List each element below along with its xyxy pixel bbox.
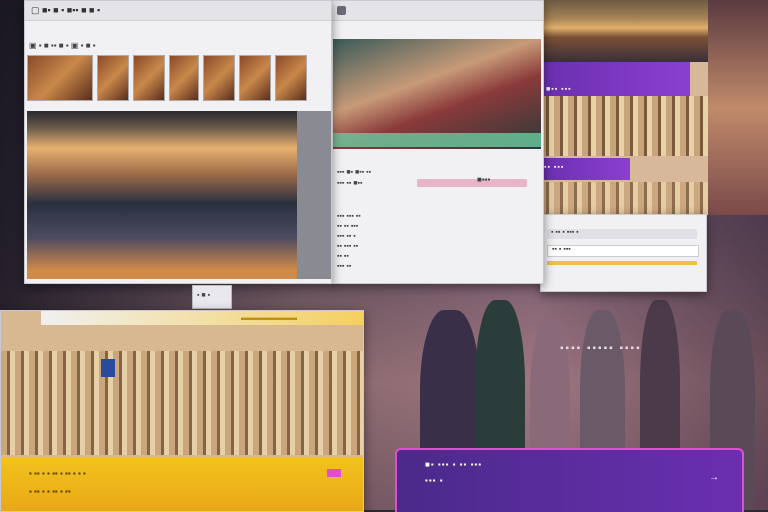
center-list: ▪▪▪ ▪▪▪ ▪▪ ▪▪ ▪▪ ▪▪▪ ▪▪▪ ▪▪ ▪ ▪▪ ▪▪▪ ▪▪ …	[337, 213, 537, 273]
yellow-banner: ▪ ▪▪ ▪ ▪ ▪▪ ▪ ▪▪ ▪ ▪ ▪ ▪ ▪▪ ▪ ▪ ▪▪ ▪ ▪▪	[1, 457, 363, 511]
top-left-titlebar: ▢ ■▪ ■ ▪ ■▪▪ ■ ■ ▪	[25, 1, 331, 21]
list-item[interactable]: ▪▪ ▪▪▪ ▪▪	[337, 243, 537, 253]
bottom-right-panel: ■▪ ▪▪▪ ▪ ▪▪ ▪▪▪ ▪▪▪ ▪ →	[395, 448, 744, 512]
right-progress-bar	[547, 261, 697, 265]
right-gutter	[297, 111, 331, 279]
purple-label-2: ▪▪ ▪▪▪	[544, 164, 565, 171]
center-row-1: ▪▪▪ ■▪ ■▪▪ ▪▪	[337, 169, 372, 176]
floating-caption: ▪▪▪▪ ▪▪▪▪▪ ▪▪▪▪	[560, 343, 642, 354]
thumbnail[interactable]	[275, 55, 307, 101]
right-row-2: ▪▪ ▪ ▪▪▪	[552, 246, 571, 253]
window-icon	[337, 6, 346, 15]
panel-line-1: ■▪ ▪▪▪ ▪ ▪▪ ▪▪▪	[425, 460, 483, 469]
pink-highlight	[417, 179, 527, 187]
center-teal-strip	[333, 133, 541, 147]
bottom-left-header: ▬▬▬▬▬▬▬	[41, 311, 363, 325]
list-item[interactable]: ▪▪ ▪▪ ▪▪▪	[337, 223, 537, 233]
thumbnail[interactable]	[169, 55, 199, 101]
list-item[interactable]: ▪▪▪ ▪▪ ▪	[337, 233, 537, 243]
purple-label-1: ■▪▪ ▪▪▪	[546, 86, 572, 93]
thumbnail-strip	[27, 55, 327, 101]
far-right-photo	[708, 0, 768, 215]
right-backdrop-panel: ■▪▪ ▪▪▪ ▪▪ ▪▪▪	[540, 0, 708, 215]
tiny-footer-widget[interactable]: ▪ ■ ▪	[192, 285, 232, 309]
right-row-1: ▪ ▪▪ ▪ ▪▪▪ ▪	[551, 229, 579, 236]
window-title: ▢ ■▪ ■ ▪ ■▪▪ ■ ■ ▪	[31, 5, 101, 15]
pink-tag	[327, 469, 341, 477]
arrow-right-icon[interactable]: →	[709, 472, 719, 483]
right-input-field[interactable]: ▪▪ ▪ ▪▪▪	[547, 245, 699, 257]
center-titlebar	[331, 1, 543, 21]
bottom-header-label: ▬▬▬▬▬▬▬	[241, 313, 297, 322]
top-left-window: ▢ ■▪ ■ ▪ ■▪▪ ■ ■ ▪ ▣ ▪ ■ ▪▪ ■ ▪ ▣ ▪ ■ ▪	[24, 0, 332, 284]
yellow-line-1: ▪ ▪▪ ▪ ▪ ▪▪ ▪ ▪▪ ▪ ▪ ▪	[29, 469, 86, 478]
thumbnail[interactable]	[239, 55, 271, 101]
toolbar-icons[interactable]: ▣ ▪ ■ ▪▪ ■ ▪ ▣ ▪ ■ ▪	[29, 41, 96, 50]
thumbnail[interactable]	[27, 55, 93, 101]
center-badge: ■▪▪▪	[477, 175, 491, 184]
panel-line-2: ▪▪▪ ▪	[425, 476, 444, 485]
right-dialog-window: ▪ ▪▪ ▪ ▪▪▪ ▪ ▪▪ ▪ ▪▪▪	[540, 214, 707, 292]
list-item[interactable]: ▪▪▪ ▪▪▪ ▪▪	[337, 213, 537, 223]
thumbnail[interactable]	[133, 55, 165, 101]
thumbnail[interactable]	[97, 55, 129, 101]
footer-label: ▪ ■ ▪	[197, 292, 211, 299]
bottom-left-window: ▬▬▬▬▬▬▬ ▪ ▪▪ ▪ ▪ ▪▪ ▪ ▪▪ ▪ ▪ ▪ ▪ ▪▪ ▪ ▪ …	[0, 310, 364, 512]
purple-banner-2: ▪▪ ▪▪▪	[540, 158, 630, 180]
thumbnail[interactable]	[203, 55, 235, 101]
list-item[interactable]: ▪▪▪ ▪▪	[337, 263, 537, 273]
list-item[interactable]: ▪▪ ▪▪	[337, 253, 537, 263]
main-photo	[27, 111, 297, 279]
blue-sign	[101, 359, 115, 377]
center-window: ▪▪▪ ■▪ ■▪▪ ▪▪ ■▪▪▪ ▪▪▪ ▪▪ ■▪▪ ▪▪▪ ▪▪▪ ▪▪…	[330, 0, 544, 284]
bookstore-shelves	[1, 351, 363, 455]
yellow-line-2: ▪ ▪▪ ▪ ▪ ▪▪ ▪ ▪▪	[29, 487, 71, 496]
purple-banner-1: ■▪▪ ▪▪▪	[540, 62, 690, 96]
toolbar: ▣ ▪ ■ ▪▪ ■ ▪ ▣ ▪ ■ ▪	[29, 35, 319, 50]
